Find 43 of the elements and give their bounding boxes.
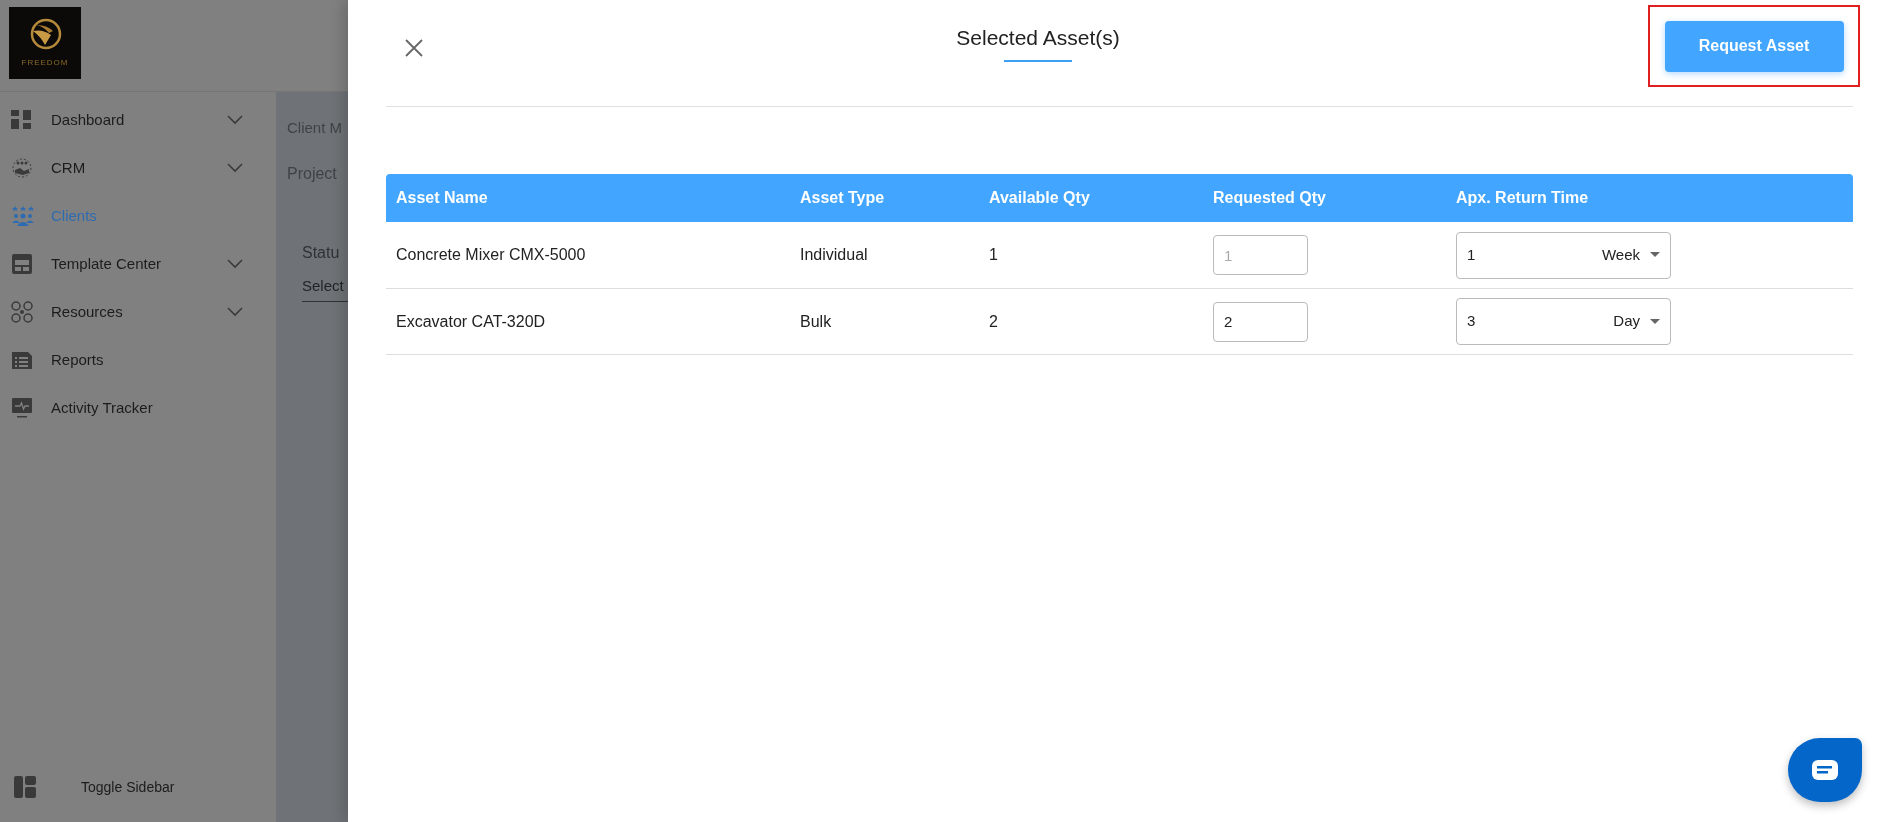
- table-cell-text: 1: [988, 245, 999, 265]
- chevron-down-icon[interactable]: [227, 115, 243, 125]
- table-cell-text: 2: [988, 311, 999, 332]
- monitor-icon: [11, 397, 33, 419]
- caret-icon: [1650, 252, 1660, 258]
- return-time-select[interactable]: 3 Day: [1456, 298, 1671, 345]
- handshake-icon: [11, 157, 33, 179]
- chevron-down-icon[interactable]: [227, 307, 243, 317]
- people-icon: [11, 205, 35, 227]
- column-header: Apx. Return Time: [1455, 188, 1590, 208]
- sidebar-item[interactable]: CRM: [0, 144, 276, 192]
- list-icon: [11, 350, 33, 370]
- request-asset-button[interactable]: Request Asset: [1664, 20, 1844, 72]
- template-icon: [11, 253, 33, 275]
- resources-icon: [11, 301, 33, 323]
- table-cell-text: Bulk: [799, 311, 833, 332]
- quantity-field[interactable]: 2: [1213, 301, 1308, 342]
- sidebar-item[interactable]: Template Center: [0, 240, 276, 288]
- logo-text: FREEDOM: [21, 57, 69, 69]
- table-cell-text: Individual: [799, 245, 869, 265]
- column-header: Requested Qty: [1212, 188, 1327, 208]
- caret-icon: [1650, 318, 1660, 325]
- column-header: Available Qty: [988, 188, 1091, 208]
- sidebar-item[interactable]: Activity Tracker: [0, 384, 276, 432]
- status-label: Statu: [302, 242, 341, 263]
- sidebar-toggle-icon[interactable]: [14, 776, 36, 798]
- chevron-down-icon[interactable]: [227, 259, 243, 269]
- chat-icon: [1812, 760, 1838, 780]
- table-cell-text: Concrete Mixer CMX-5000: [395, 245, 587, 265]
- chat-button[interactable]: [1788, 738, 1862, 802]
- sidebar-item[interactable]: Resources: [0, 288, 276, 336]
- quantity-field[interactable]: 1: [1213, 235, 1308, 275]
- column-header: Asset Type: [799, 188, 886, 208]
- table-cell-text: Excavator CAT-320D: [395, 311, 547, 332]
- close-icon: [405, 39, 423, 57]
- toggle-sidebar-label[interactable]: Toggle Sidebar: [81, 776, 175, 798]
- drawer-title: Selected Asset(s): [956, 25, 1120, 52]
- sidebar-item[interactable]: Reports: [0, 336, 276, 384]
- return-time-select[interactable]: 1 Week: [1456, 231, 1671, 279]
- sidebar-item[interactable]: Dashboard: [0, 96, 276, 144]
- dashboard-icon: [11, 110, 33, 130]
- column-header: Asset Name: [395, 188, 489, 208]
- chevron-down-icon[interactable]: [227, 163, 243, 173]
